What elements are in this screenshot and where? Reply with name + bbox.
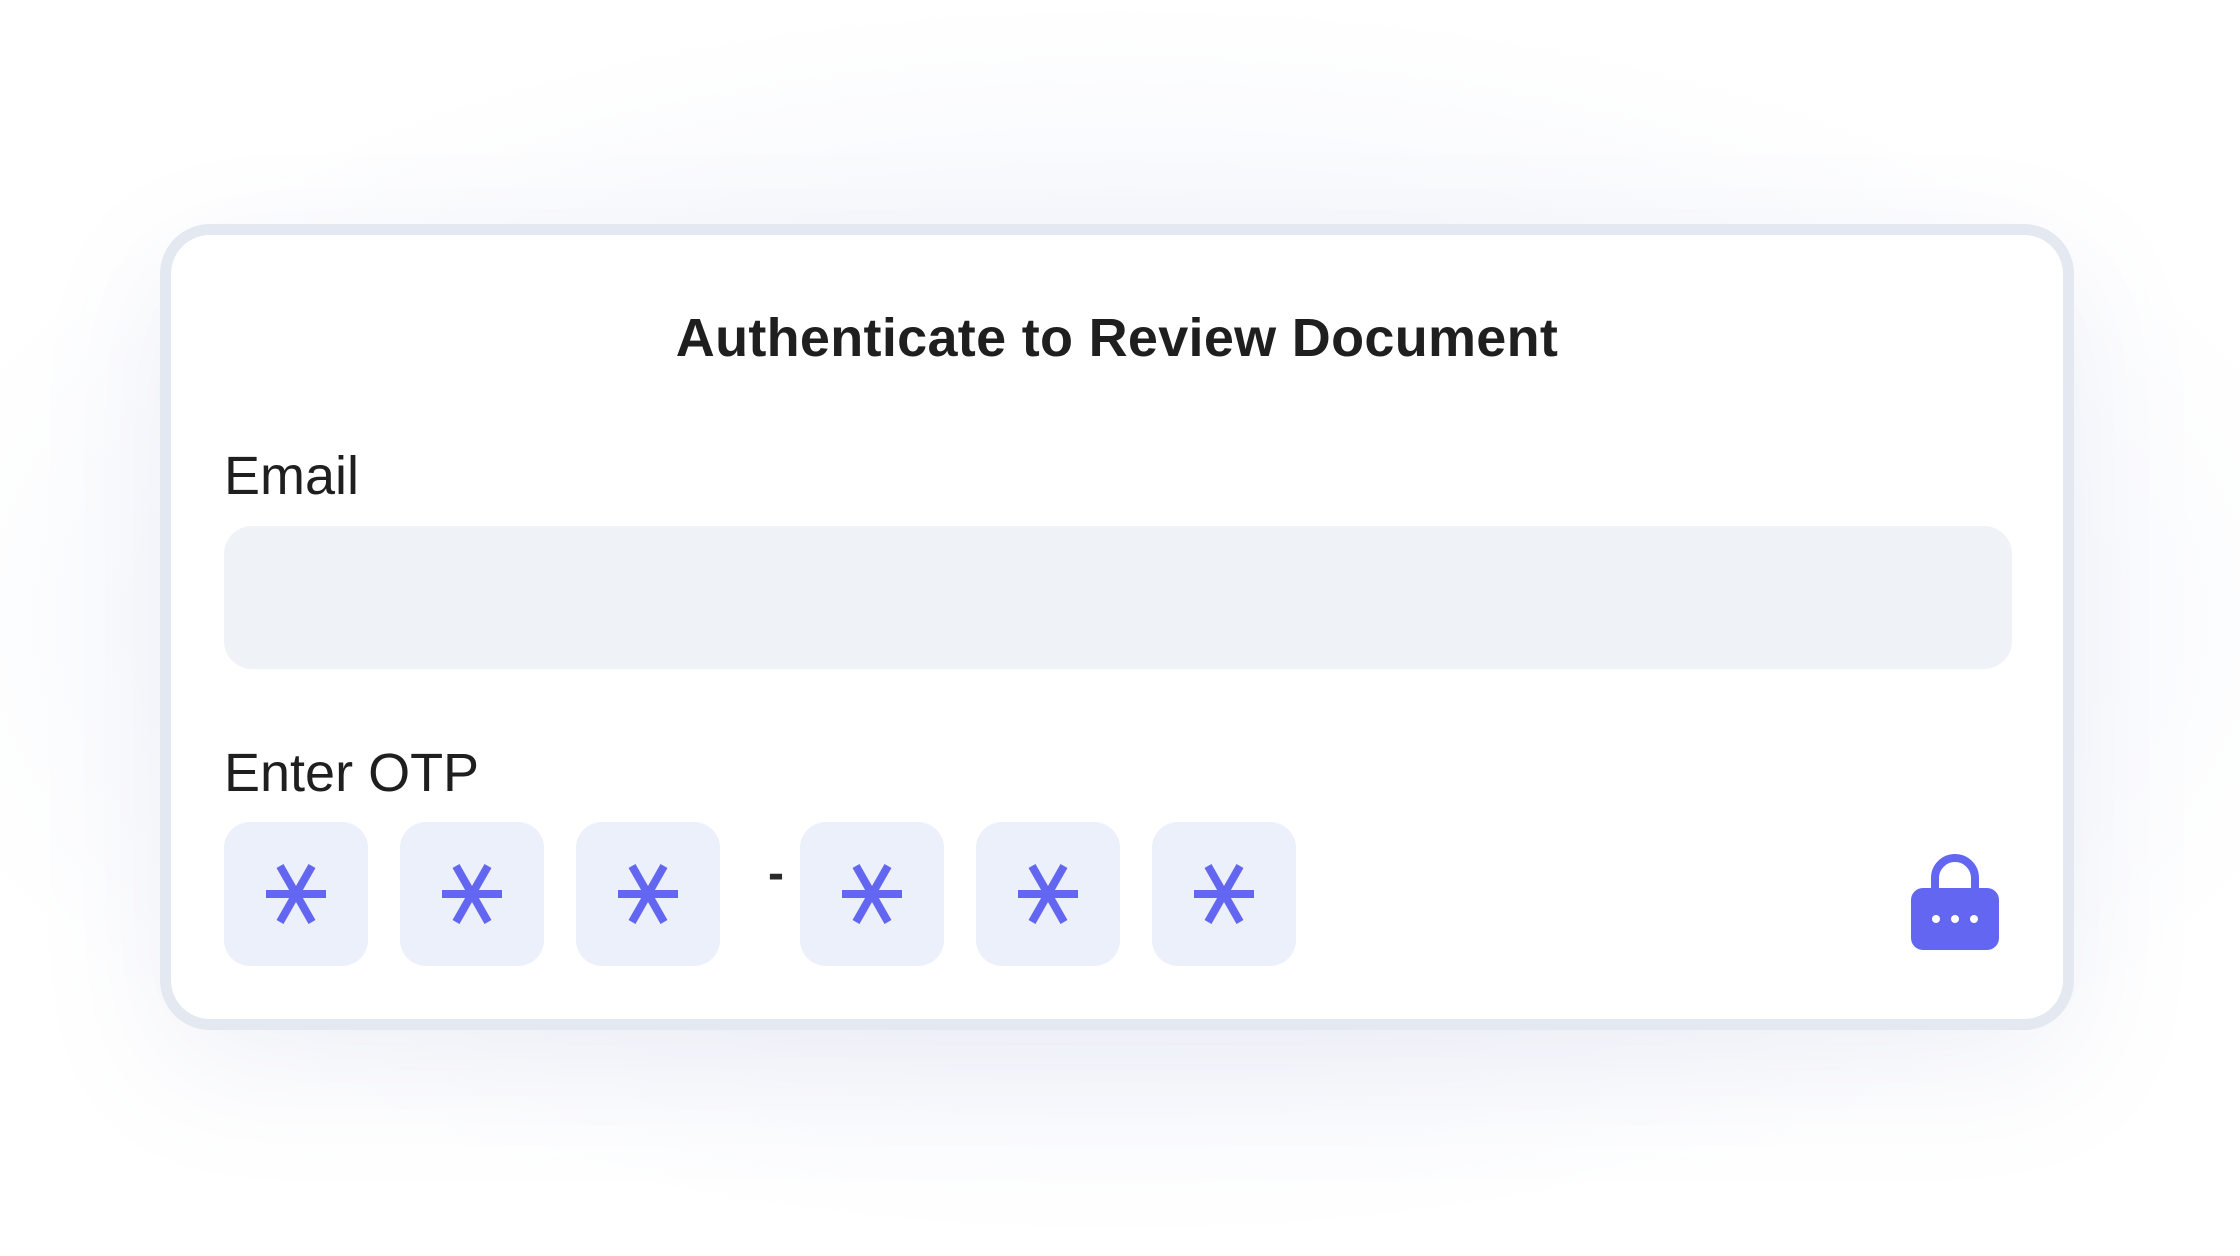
otp-input-group: - bbox=[224, 822, 1324, 966]
asterisk-icon bbox=[266, 864, 326, 924]
asterisk-icon bbox=[1194, 864, 1254, 924]
otp-digit-4[interactable] bbox=[800, 822, 944, 966]
otp-digit-6[interactable] bbox=[1152, 822, 1296, 966]
otp-digit-2[interactable] bbox=[400, 822, 544, 966]
dialog-title: Authenticate to Review Document bbox=[675, 308, 1559, 368]
lock-icon[interactable] bbox=[1909, 852, 2001, 952]
asterisk-icon bbox=[1018, 864, 1078, 924]
asterisk-icon bbox=[442, 864, 502, 924]
otp-label: Enter OTP bbox=[224, 743, 480, 803]
email-field[interactable] bbox=[224, 526, 2012, 669]
otp-separator-text: - bbox=[768, 847, 784, 900]
asterisk-icon bbox=[842, 864, 902, 924]
otp-digit-3[interactable] bbox=[576, 822, 720, 966]
lock-icon-graphic bbox=[1911, 854, 1999, 950]
otp-digit-5[interactable] bbox=[976, 822, 1120, 966]
email-label: Email bbox=[224, 446, 360, 506]
otp-digit-1[interactable] bbox=[224, 822, 368, 966]
asterisk-icon bbox=[618, 864, 678, 924]
auth-dialog: Authenticate to Review Document Email En… bbox=[160, 224, 2074, 1030]
